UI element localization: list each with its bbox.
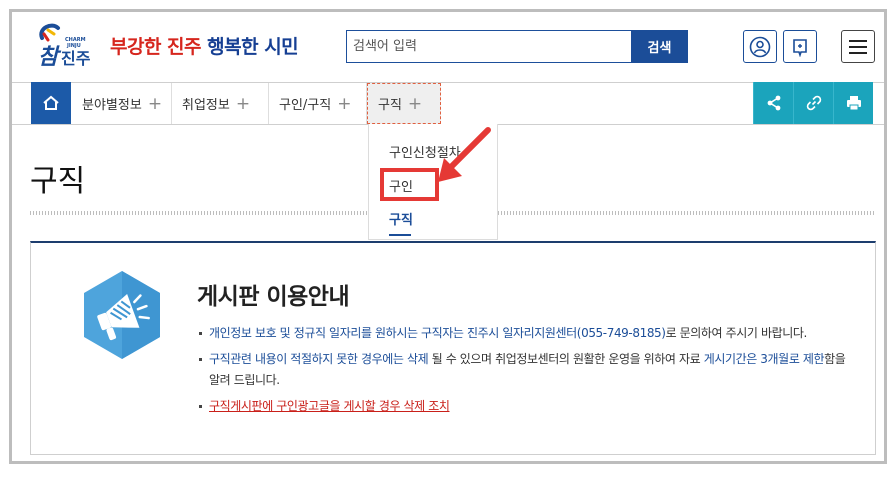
print-button[interactable] [833,82,873,124]
nav-item-label: 분야별정보 [82,98,142,113]
annotation-arrow-icon [438,127,491,182]
nav-item-field-info[interactable]: 분야별정보 + [72,83,172,124]
hamburger-icon [849,39,867,54]
share-button[interactable] [753,82,793,124]
notice-item1-highlight: 개인정보 보호 및 정규직 일자리를 원하시는 구직자는 진주시 일자리지원센터… [209,326,666,340]
search-box [346,30,632,63]
notice-title: 게시판 이용안내 [197,284,350,310]
nav-item-recruit-jobseek[interactable]: 구인/구직 + [269,83,367,124]
notice-item2-highlight: 구직관련 내용이 적절하지 못한 경우에는 삭제 [209,352,429,366]
nav-item-label: 구직 [378,98,402,113]
nav-item-label: 구인/구직 [279,98,332,113]
user-icon [749,36,771,57]
page-title: 구직 [30,164,86,199]
home-button[interactable] [31,82,71,124]
notice-item2-highlight2: 게시기간은 3개월로 제한 [703,352,825,366]
notice-item2-text: 될 수 있으며 취업정보센터의 원활한 운영을 위하여 자료 [428,352,704,366]
notice-item: 개인정보 보호 및 정규직 일자리를 원하시는 구직자는 진주시 일자리지원센터… [197,323,857,344]
svg-text:참: 참 [38,45,62,68]
notice-item: 구직관련 내용이 적절하지 못한 경우에는 삭제 될 수 있으며 취업정보센터의… [197,349,857,391]
svg-text:JINJU: JINJU [66,43,81,49]
svg-text:진주: 진주 [61,49,91,68]
notice-box: 게시판 이용안내 개인정보 보호 및 정규직 일자리를 원하시는 구직자는 진주… [30,241,876,455]
plus-icon: + [147,93,163,114]
dropdown-item-recruit[interactable]: 구인 [389,176,413,195]
login-icon [793,38,807,57]
search-input[interactable] [347,31,629,62]
megaphone-icon [84,271,160,359]
nav-item-jobseek[interactable]: 구직 + [367,83,441,124]
main-nav: 분야별정보 + 취업정보 + 구인/구직 + 구직 + [12,82,884,125]
all-menu-button[interactable] [841,30,875,63]
share-toolbar [753,82,873,124]
dropdown-item-jobseek[interactable]: 구직 [389,209,413,228]
share-icon [767,95,780,111]
plus-icon: + [235,93,251,114]
print-icon [846,96,861,111]
notice-item: 구직게시판에 구인광고글을 게시할 경우 삭제 조치 [197,396,857,417]
nav-item-job-info[interactable]: 취업정보 + [172,83,269,124]
home-icon [43,95,59,110]
mypage-button[interactable] [743,30,777,63]
current-underline [389,234,411,236]
slogan-part1: 부강한 진주 [110,36,202,58]
page-frame: 참 진주 CHARM JINJU 부강한 진주 행복한 시민 검색어 입력 검색… [9,9,887,464]
nav-item-label: 취업정보 [182,98,230,113]
link-icon [806,95,821,111]
copy-link-button[interactable] [793,82,833,124]
notice-item1-text: 로 문의하여 주시기 바랍니다. [665,326,808,340]
plus-icon: + [407,93,423,114]
login-button[interactable] [783,30,817,63]
plus-icon: + [337,93,352,114]
city-slogan: 부강한 진주 행복한 시민 [110,32,299,59]
notice-item3-warning: 구직게시판에 구인광고글을 게시할 경우 삭제 조치 [209,399,450,413]
notice-list: 개인정보 보호 및 정규직 일자리를 원하시는 구직자는 진주시 일자리지원센터… [197,323,857,422]
slogan-part2: 행복한 시민 [207,36,299,58]
search-button[interactable]: 검색 [631,30,688,63]
jinju-logo[interactable]: 참 진주 CHARM JINJU [34,20,100,68]
